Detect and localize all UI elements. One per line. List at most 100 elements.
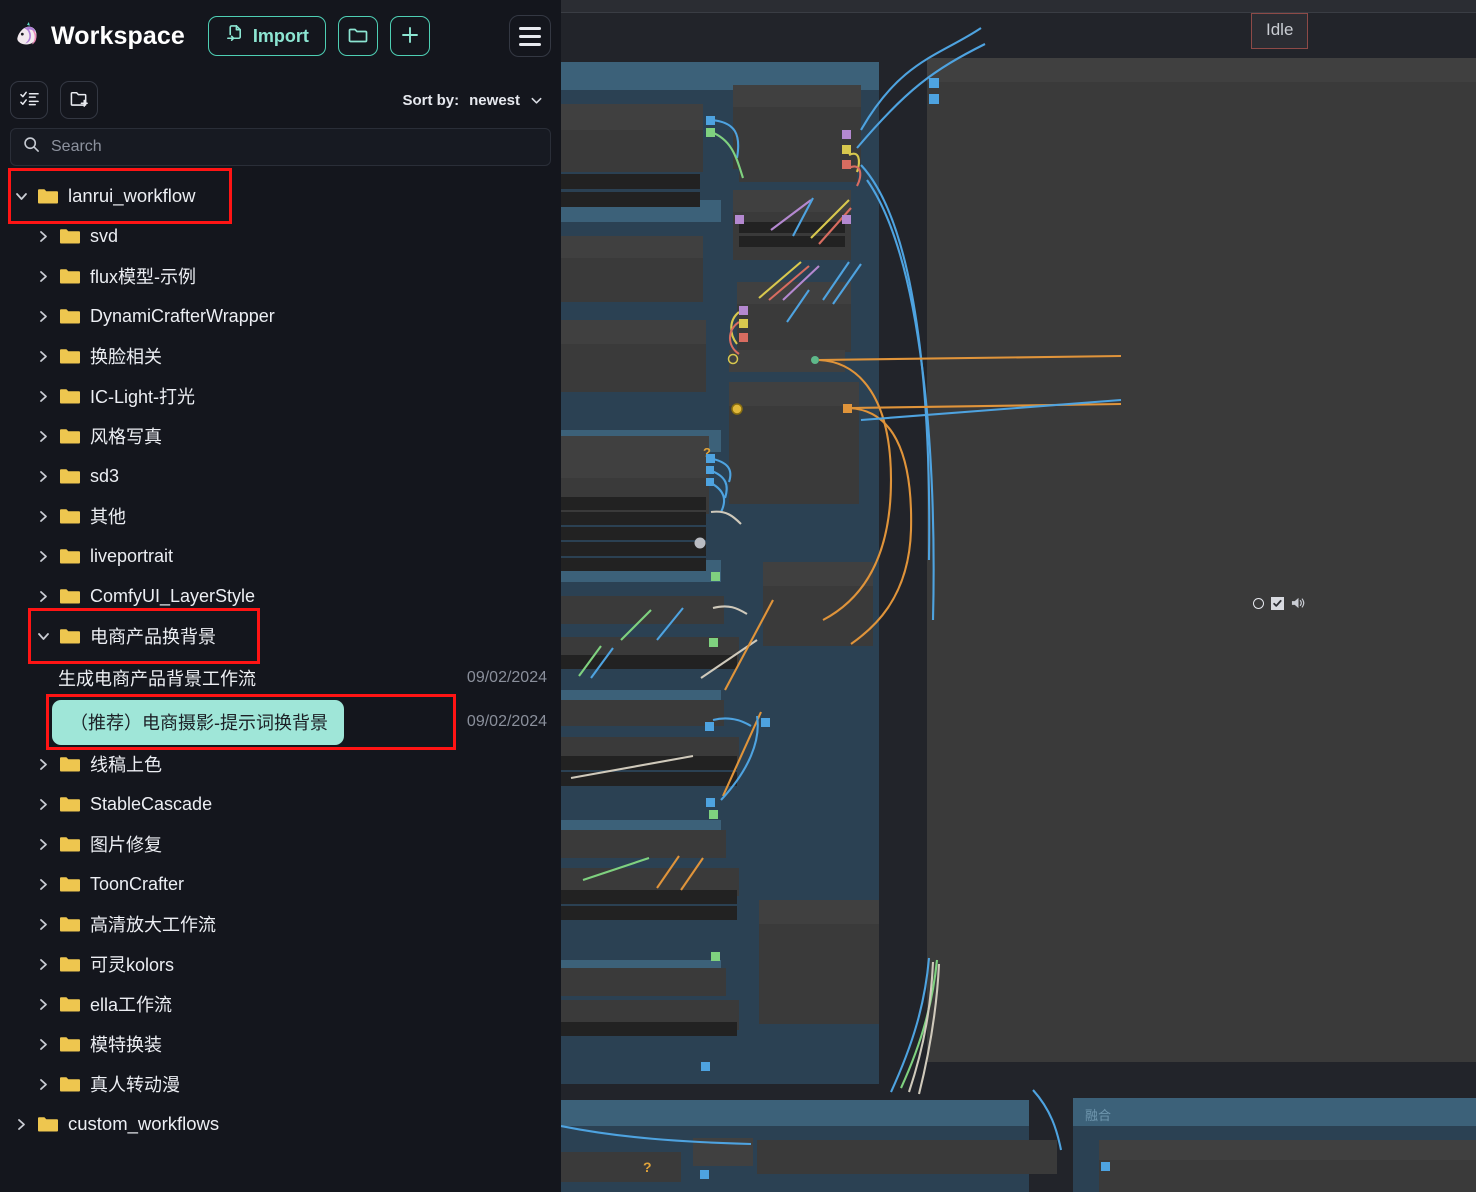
list-view-button[interactable] [10, 81, 48, 119]
tree-workflow-item[interactable]: （推荐）电商摄影-提示词换背景 09/02/2024 [0, 699, 561, 745]
chevron-right-icon[interactable] [36, 389, 51, 404]
tree-folder-label: IC-Light-打光 [90, 387, 196, 407]
workflow-date: 09/02/2024 [466, 713, 547, 730]
tree-folder-item[interactable]: svd [0, 216, 561, 256]
tree-folder-item[interactable]: 换脸相关 [0, 336, 561, 376]
tree-folder-item[interactable]: ToonCrafter [0, 864, 561, 904]
tree-folder-label: StableCascade [90, 793, 213, 814]
speaker-icon[interactable] [1291, 596, 1306, 610]
tree-folder-item[interactable]: flux模型-示例 [0, 256, 561, 296]
tree-folder-item[interactable]: 可灵kolors [0, 944, 561, 984]
workspace-title: Workspace [51, 21, 185, 50]
tree-folder-label: svd [90, 225, 119, 246]
folder-icon [37, 187, 59, 205]
tree-folder-label: 换脸相关 [90, 347, 162, 367]
tree-folder-item[interactable]: 图片修复 [0, 824, 561, 864]
svg-text:?: ? [643, 1159, 652, 1175]
canvas-widget-controls[interactable] [1253, 596, 1306, 610]
chevron-right-icon[interactable] [36, 309, 51, 324]
tree-folder-item[interactable]: 电商产品换背景 [0, 616, 561, 656]
search-field[interactable] [10, 128, 551, 166]
search-input[interactable] [51, 138, 538, 156]
unicorn-logo-icon [12, 21, 42, 51]
tree-folder-label: liveportrait [90, 545, 174, 566]
workflow-date: 09/02/2024 [466, 669, 547, 686]
tree-workflow-item[interactable]: 生成电商产品背景工作流 09/02/2024 [0, 656, 561, 700]
radio-unchecked-icon[interactable] [1253, 597, 1264, 609]
tree-folder-label: 真人转动漫 [90, 1075, 180, 1095]
chevron-right-icon[interactable] [36, 1077, 51, 1092]
tree-folder-item[interactable]: liveportrait [0, 536, 561, 576]
tree-folder-label: 图片修复 [90, 835, 162, 855]
tree-folder-root[interactable]: lanrui_workflow [0, 176, 561, 216]
add-workflow-button[interactable] [389, 16, 430, 56]
create-folder-button[interactable] [60, 81, 98, 119]
checklist-icon [19, 89, 40, 111]
folder-icon [59, 467, 81, 485]
chevron-right-icon[interactable] [36, 269, 51, 284]
folder-icon [59, 627, 81, 645]
chevron-right-icon[interactable] [36, 997, 51, 1012]
folder-icon [59, 427, 81, 445]
chevron-down-icon[interactable] [36, 629, 51, 644]
import-button[interactable]: Import [207, 16, 326, 56]
chevron-down-icon [530, 94, 543, 107]
chevron-right-icon[interactable] [36, 877, 51, 892]
chevron-right-icon[interactable] [36, 1037, 51, 1052]
tree-folder-item[interactable]: ComfyUI_LayerStyle [0, 576, 561, 616]
folder-icon [59, 307, 81, 325]
tree-folder-item[interactable]: 线稿上色 [0, 744, 561, 784]
tree-folder-label: flux模型-示例 [90, 267, 197, 287]
chevron-right-icon[interactable] [36, 549, 51, 564]
folder-icon [59, 1035, 81, 1053]
folder-icon [59, 347, 81, 365]
tree-folder-item[interactable]: DynamiCrafterWrapper [0, 296, 561, 336]
hamburger-menu-button[interactable] [509, 15, 551, 57]
tree-folder-item[interactable]: 高清放大工作流 [0, 904, 561, 944]
group-label: 融合 [1085, 1108, 1111, 1123]
sort-by-dropdown[interactable]: Sort by: newest [402, 92, 549, 109]
hamburger-menu-icon [519, 26, 541, 30]
chevron-right-icon[interactable] [36, 757, 51, 772]
chevron-right-icon[interactable] [14, 1117, 29, 1132]
tree-folder-label: 可灵kolors [90, 955, 175, 975]
new-folder-button[interactable] [337, 16, 378, 56]
tree-folder-item[interactable]: sd3 [0, 456, 561, 496]
graph-nodes-and-wires: .grp-h { fill:#3c6179; } .grp-b { fill:#… [561, 27, 1476, 1192]
tree-folder-item[interactable]: 真人转动漫 [0, 1064, 561, 1104]
tree-folder-item[interactable]: ella工作流 [0, 984, 561, 1024]
chevron-right-icon[interactable] [36, 797, 51, 812]
chevron-right-icon[interactable] [36, 349, 51, 364]
chevron-right-icon[interactable] [36, 429, 51, 444]
node-graph-canvas[interactable]: Idle .grp-h { fill:#3c6179; } .grp-b { f… [561, 0, 1476, 1192]
chevron-right-icon[interactable] [36, 837, 51, 852]
chevron-right-icon[interactable] [36, 229, 51, 244]
file-import-icon [225, 24, 244, 48]
tree-folder-item[interactable]: 其他 [0, 496, 561, 536]
folder-icon [59, 587, 81, 605]
tree-folder-item[interactable]: StableCascade [0, 784, 561, 824]
tree-folder-item[interactable]: 模特换装 [0, 1024, 561, 1064]
folder-icon [59, 955, 81, 973]
sidebar-header: Workspace Import [0, 0, 561, 72]
chevron-right-icon[interactable] [36, 469, 51, 484]
folder-icon [59, 547, 81, 565]
chevron-right-icon[interactable] [36, 509, 51, 524]
folder-icon [59, 875, 81, 893]
checkbox-checked-icon[interactable] [1271, 596, 1284, 610]
folder-plus-icon [69, 89, 90, 111]
tree-folder-label: ComfyUI_LayerStyle [90, 585, 256, 606]
workflow-tree: lanrui_workflow svd flux模型-示例 DynamiCraf… [0, 176, 561, 1144]
folder-icon [347, 25, 369, 48]
tree-folder-item[interactable]: IC-Light-打光 [0, 376, 561, 416]
tree-folder-root[interactable]: custom_workflows [0, 1104, 561, 1144]
tree-folder-label: 其他 [90, 507, 126, 527]
chevron-right-icon[interactable] [36, 957, 51, 972]
chevron-right-icon[interactable] [36, 589, 51, 604]
folder-icon [59, 915, 81, 933]
chevron-right-icon[interactable] [36, 917, 51, 932]
chevron-down-icon[interactable] [14, 189, 29, 204]
tree-folder-label: 线稿上色 [90, 755, 162, 775]
tree-folder-label: ToonCrafter [90, 873, 185, 894]
tree-folder-item[interactable]: 风格写真 [0, 416, 561, 456]
